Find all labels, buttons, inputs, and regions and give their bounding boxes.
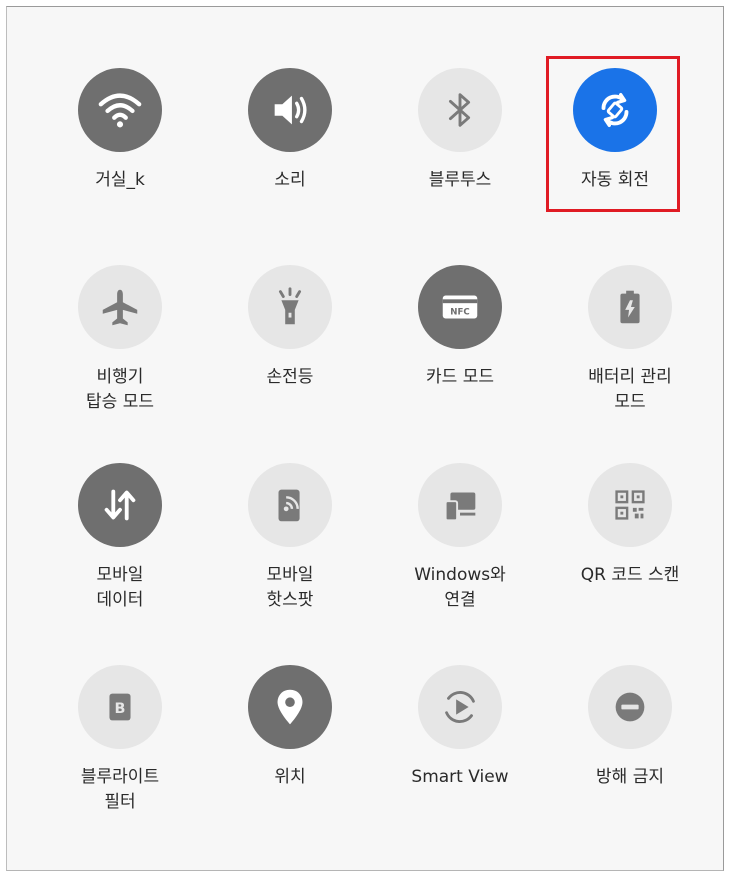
tile-label: Windows와 연결 <box>414 565 506 610</box>
do-not-disturb-icon <box>588 665 672 749</box>
link-to-windows-icon <box>418 463 502 547</box>
tile-blue-light-filter[interactable]: B 블루라이트 필터 <box>35 665 205 825</box>
tile-label: 비행기 탑승 모드 <box>86 367 154 412</box>
tile-label: QR 코드 스캔 <box>580 565 680 585</box>
tile-card-mode[interactable]: NFC 카드 모드 <box>375 265 545 425</box>
tile-battery-mode[interactable]: 배터리 관리 모드 <box>545 265 715 425</box>
bluetooth-icon <box>418 68 502 152</box>
mobile-data-icon <box>78 463 162 547</box>
tile-mobile-hotspot[interactable]: 모바일 핫스팟 <box>205 463 375 623</box>
airplane-icon <box>78 265 162 349</box>
tile-bluetooth[interactable]: 블루투스 <box>375 68 545 228</box>
tile-qr-scan[interactable]: QR 코드 스캔 <box>545 463 715 623</box>
tile-flashlight[interactable]: 손전등 <box>205 265 375 425</box>
svg-text:NFC: NFC <box>450 308 469 318</box>
tile-label: Smart View <box>411 767 509 787</box>
tile-label: 블루라이트 필터 <box>80 767 160 812</box>
tile-label: 블루투스 <box>428 170 492 190</box>
tile-label: 모바일 핫스팟 <box>266 565 314 610</box>
tile-sound[interactable]: 소리 <box>205 68 375 228</box>
smart-view-icon <box>418 665 502 749</box>
highlight-box <box>546 56 680 212</box>
qr-code-icon <box>588 463 672 547</box>
nfc-card-icon: NFC <box>418 265 502 349</box>
hotspot-icon <box>248 463 332 547</box>
volume-icon <box>248 68 332 152</box>
svg-text:B: B <box>115 701 126 717</box>
location-pin-icon <box>248 665 332 749</box>
tile-label: 모바일 데이터 <box>96 565 144 610</box>
tile-do-not-disturb[interactable]: 방해 금지 <box>545 665 715 825</box>
blue-light-filter-icon: B <box>78 665 162 749</box>
battery-icon <box>588 265 672 349</box>
tile-smart-view[interactable]: Smart View <box>375 665 545 825</box>
tile-location[interactable]: 위치 <box>205 665 375 825</box>
tile-link-to-windows[interactable]: Windows와 연결 <box>375 463 545 623</box>
wifi-icon <box>78 68 162 152</box>
tile-label: 방해 금지 <box>596 767 664 787</box>
tile-mobile-data[interactable]: 모바일 데이터 <box>35 463 205 623</box>
tile-label: 거실_k <box>95 170 145 190</box>
tile-label: 배터리 관리 모드 <box>588 367 672 412</box>
tile-label: 손전등 <box>266 367 314 387</box>
tile-wifi[interactable]: 거실_k <box>35 68 205 228</box>
tile-label: 소리 <box>274 170 306 190</box>
tile-airplane-mode[interactable]: 비행기 탑승 모드 <box>35 265 205 425</box>
flashlight-icon <box>248 265 332 349</box>
tile-label: 카드 모드 <box>426 367 494 387</box>
tile-label: 위치 <box>274 767 306 787</box>
